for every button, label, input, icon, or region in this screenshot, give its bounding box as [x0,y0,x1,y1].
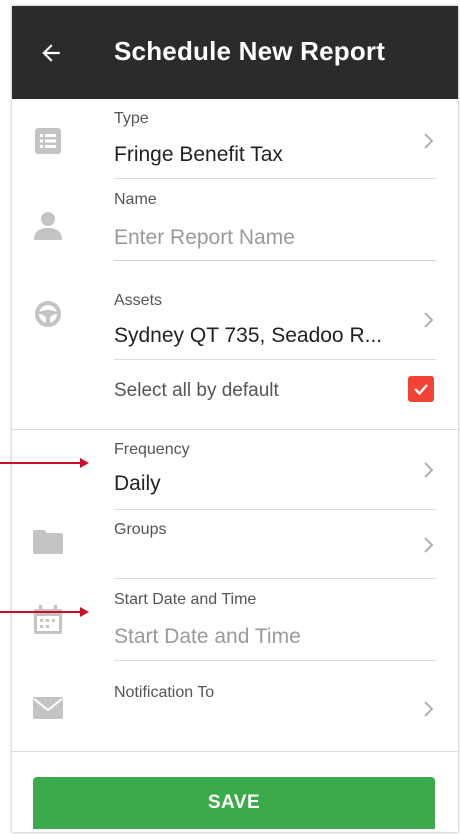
notification-label: Notification To [114,684,215,701]
type-value: Fringe Benefit Tax [114,143,283,166]
screen: Schedule New Report Type Fringe Benefit … [12,6,458,832]
type-label: Type [114,110,149,127]
chevron-right-icon [424,133,434,149]
chevron-right-icon [424,462,434,478]
start-date-input[interactable]: Start Date and Time [114,625,301,649]
start-date-field[interactable]: Start Date and Time Start Date and Time [12,580,458,662]
page-title: Schedule New Report [114,36,386,66]
divider [114,578,436,579]
groups-field[interactable]: Groups [12,510,458,580]
assets-value: Sydney QT 735, Seadoo R... [114,324,383,347]
annotation-arrow-start-date [0,607,89,617]
list-icon [32,125,64,157]
name-input[interactable]: Enter Report Name [114,226,295,250]
chevron-right-icon [424,537,434,553]
app-bar: Schedule New Report [12,6,458,99]
start-date-label: Start Date and Time [114,591,257,608]
divider [114,260,436,261]
name-label: Name [114,191,157,208]
notification-field[interactable]: Notification To [12,662,458,752]
divider [12,751,458,752]
chevron-right-icon [424,701,434,717]
annotation-arrow-frequency [0,458,89,468]
steering-wheel-icon [32,298,64,330]
assets-field[interactable]: Assets Sydney QT 735, Seadoo R... [12,280,458,360]
folder-icon [32,526,64,558]
groups-label: Groups [114,521,167,538]
divider [114,660,436,661]
type-field[interactable]: Type Fringe Benefit Tax [12,99,458,179]
frequency-label: Frequency [114,441,190,458]
select-all-checkbox[interactable] [408,376,434,402]
select-all-row[interactable]: Select all by default [12,360,458,430]
person-icon [32,209,64,241]
assets-label: Assets [114,292,163,309]
chevron-right-icon [424,312,434,328]
save-button[interactable]: SAVE [33,777,435,829]
checkmark-icon [414,384,428,396]
name-field[interactable]: Name Enter Report Name [12,179,458,262]
frequency-value: Daily [114,472,161,495]
envelope-icon [32,692,64,724]
select-all-label: Select all by default [114,380,279,401]
arrow-left-icon [42,44,60,62]
back-button[interactable] [32,34,70,72]
frequency-field[interactable]: Frequency Daily [12,430,458,510]
